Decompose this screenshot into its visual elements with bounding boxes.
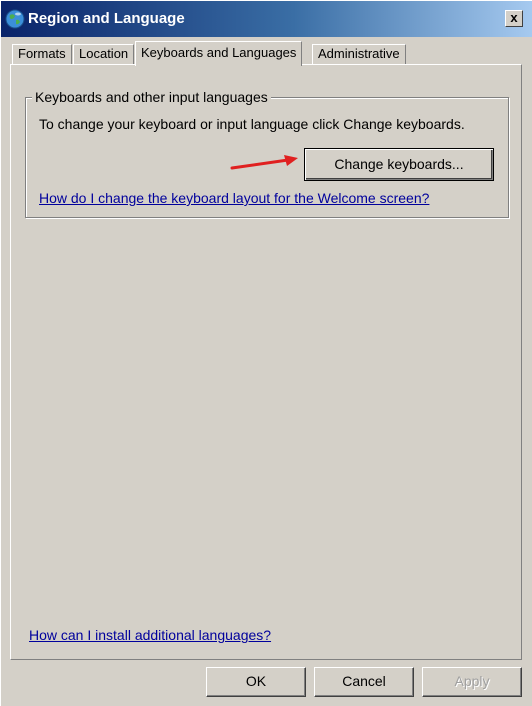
tab-keyboards-and-languages[interactable]: Keyboards and Languages [135, 41, 303, 66]
groupbox-instructions: To change your keyboard or input languag… [39, 116, 465, 132]
red-arrow-annotation [230, 155, 298, 170]
tab-administrative[interactable]: Administrative [312, 44, 406, 65]
globe-icon [4, 8, 26, 30]
install-languages-help-link[interactable]: How can I install additional languages? [29, 627, 271, 643]
keyboards-groupbox: Keyboards and other input languages To c… [25, 89, 509, 218]
cancel-button[interactable]: Cancel [314, 667, 414, 697]
ok-button[interactable]: OK [206, 667, 306, 697]
tab-panel: Keyboards and other input languages To c… [10, 64, 522, 660]
tab-location[interactable]: Location [73, 44, 135, 65]
window-title: Region and Language [28, 10, 185, 27]
apply-button[interactable]: Apply [422, 667, 522, 697]
tab-formats[interactable]: Formats [12, 44, 72, 65]
close-icon[interactable]: x [505, 10, 523, 27]
groupbox-legend: Keyboards and other input languages [32, 89, 271, 105]
welcome-screen-keyboard-help-link[interactable]: How do I change the keyboard layout for … [39, 190, 429, 206]
title-bar[interactable]: Region and Language x [1, 1, 532, 37]
change-keyboards-button[interactable]: Change keyboards... [304, 148, 494, 181]
tab-strip: Formats Location Keyboards and Languages… [1, 41, 532, 66]
region-and-language-dialog: Region and Language x Formats Location K… [0, 0, 532, 706]
